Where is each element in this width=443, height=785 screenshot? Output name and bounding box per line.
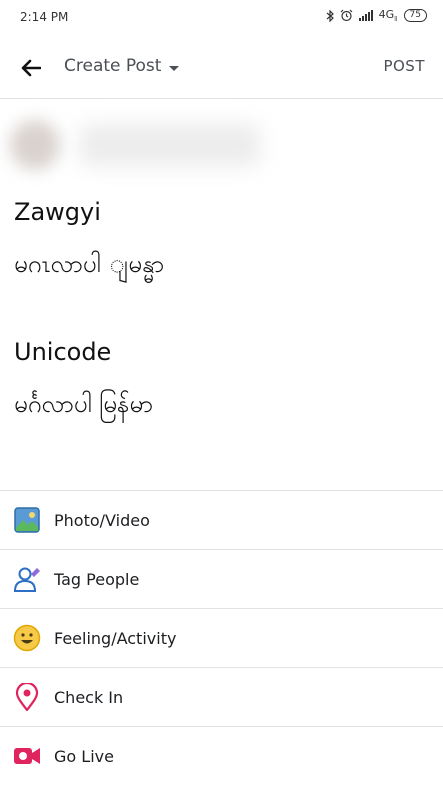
signal-icon bbox=[358, 10, 373, 22]
alarm-icon bbox=[340, 9, 353, 22]
smiley-icon bbox=[13, 624, 41, 652]
bluetooth-icon bbox=[326, 9, 334, 22]
action-feeling-activity[interactable]: Feeling/Activity bbox=[0, 608, 443, 667]
post-actions-list: Photo/Video Tag People Feeling/Activity bbox=[0, 490, 443, 785]
post-text-line[interactable]: Unicode bbox=[14, 338, 111, 366]
video-camera-icon bbox=[13, 742, 41, 770]
action-label: Go Live bbox=[54, 746, 114, 766]
post-button[interactable]: POST bbox=[383, 57, 425, 75]
status-time: 2:14 PM bbox=[20, 10, 69, 24]
network-type: 4Gll bbox=[378, 8, 398, 24]
avatar bbox=[10, 120, 60, 170]
action-photo-video[interactable]: Photo/Video bbox=[0, 490, 443, 549]
action-label: Tag People bbox=[54, 569, 140, 589]
chevron-down-icon bbox=[169, 65, 180, 71]
action-label: Photo/Video bbox=[54, 510, 150, 530]
action-label: Check In bbox=[54, 687, 124, 707]
photo-icon bbox=[13, 506, 41, 534]
action-check-in[interactable]: Check In bbox=[0, 667, 443, 726]
app-bar: Create Post POST bbox=[0, 36, 443, 99]
profile-header bbox=[0, 110, 285, 180]
page-title: Create Post bbox=[64, 56, 162, 76]
tag-people-icon bbox=[13, 565, 41, 593]
status-icons: 4Gll 75 bbox=[326, 8, 427, 23]
profile-name-blurred bbox=[80, 124, 260, 166]
post-text-line[interactable]: မင်္ဂလာပါ မြန်မာ bbox=[14, 388, 153, 424]
action-go-live[interactable]: Go Live bbox=[0, 726, 443, 785]
audience-selector[interactable]: Create Post bbox=[64, 56, 180, 76]
back-arrow-icon bbox=[21, 59, 41, 77]
back-button[interactable] bbox=[14, 51, 48, 85]
battery-icon: 75 bbox=[403, 9, 427, 23]
action-tag-people[interactable]: Tag People bbox=[0, 549, 443, 608]
post-text-line[interactable]: Zawgyi bbox=[14, 198, 101, 226]
status-bar: 2:14 PM 4Gll 75 bbox=[0, 0, 443, 36]
location-pin-icon bbox=[13, 683, 41, 711]
action-label: Feeling/Activity bbox=[54, 628, 177, 648]
post-text-line[interactable]: မဂၤလာပါ ျမန္မာ bbox=[14, 248, 164, 284]
